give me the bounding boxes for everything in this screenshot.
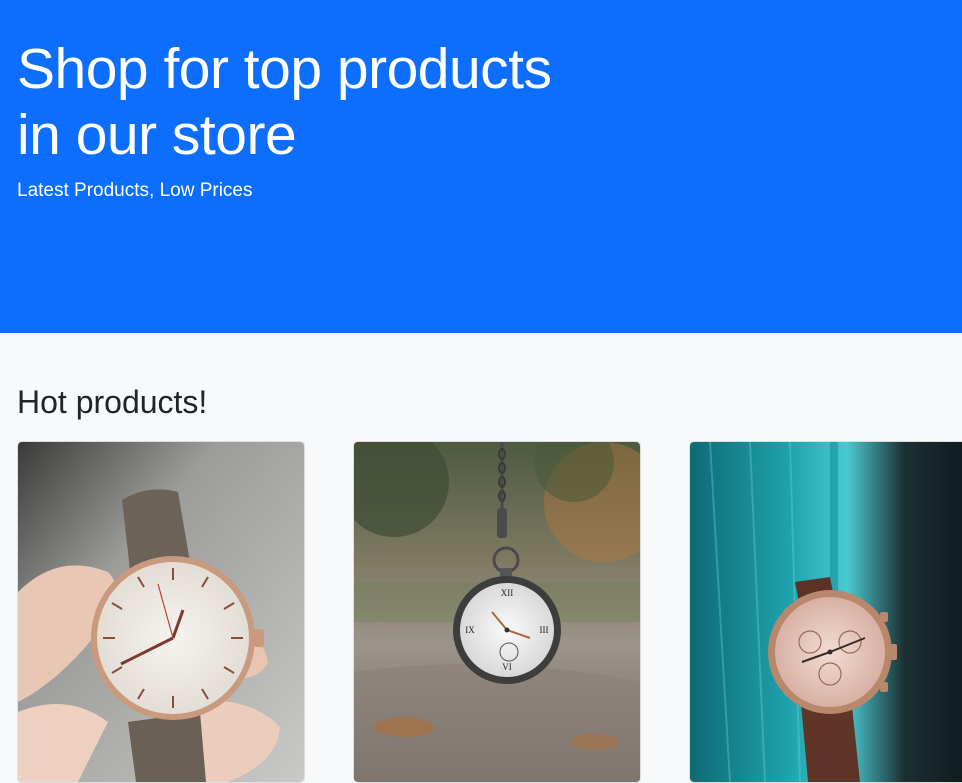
hero-subtitle: Latest Products, Low Prices xyxy=(17,180,253,201)
section-title: Hot products! xyxy=(17,384,208,420)
product-image-pocket-watch: XII III VI IX xyxy=(354,442,640,782)
hero-title-line-1: Shop for top products xyxy=(17,37,552,101)
hero-title-line-2: in our store xyxy=(17,103,297,167)
hero-title: Shop for top products in our store xyxy=(17,36,597,168)
product-card-wristwatch[interactable] xyxy=(17,441,305,783)
hero-banner: Shop for top products in our store Lates… xyxy=(0,0,962,333)
product-image-chronograph xyxy=(690,442,962,782)
product-card-pocket-watch[interactable]: XII III VI IX xyxy=(353,441,641,783)
product-card-chronograph[interactable] xyxy=(689,441,962,783)
svg-text:III: III xyxy=(540,625,549,635)
svg-text:XII: XII xyxy=(501,588,514,598)
svg-text:VI: VI xyxy=(502,662,512,672)
svg-text:IX: IX xyxy=(465,625,475,635)
product-image-wristwatch xyxy=(18,442,304,782)
